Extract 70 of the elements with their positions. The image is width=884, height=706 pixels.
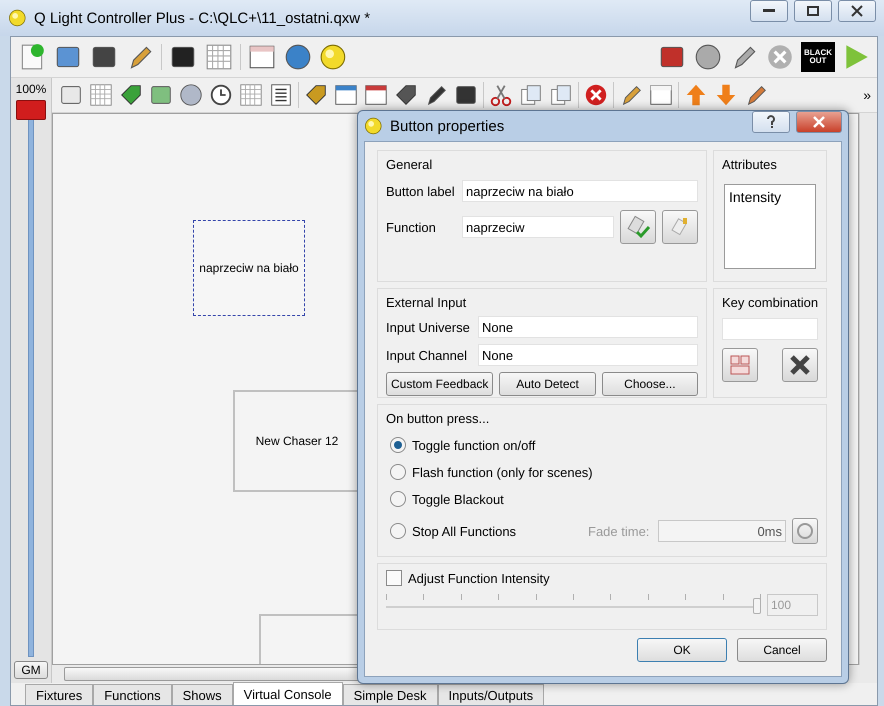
keyboard-button[interactable]	[722, 348, 758, 382]
slider-handle[interactable]	[16, 100, 46, 120]
input-button[interactable]: Choose...	[602, 372, 698, 396]
input-button[interactable]: Custom Feedback	[386, 372, 494, 396]
close-button[interactable]	[796, 111, 842, 133]
radio-button[interactable]	[390, 464, 406, 480]
ok-button[interactable]: OK	[637, 638, 727, 662]
radio-label: Toggle Blackout	[412, 492, 504, 506]
intensity-slider[interactable]	[386, 594, 761, 616]
maximize-icon	[807, 6, 819, 16]
checkbox[interactable]	[386, 570, 402, 586]
grand-master-button[interactable]: GM	[14, 661, 48, 679]
slider-handle[interactable]	[753, 598, 761, 614]
field-label: Fade time:	[588, 524, 650, 538]
radio-button[interactable]	[390, 523, 406, 539]
help-button[interactable]	[752, 111, 790, 133]
group-title: Attributes	[722, 157, 778, 172]
clear-button[interactable]	[782, 348, 818, 382]
grand-master-reading: 100%	[16, 82, 46, 96]
attribute-item[interactable]: Intensity	[729, 189, 811, 205]
group-title: Key combination	[722, 295, 818, 310]
radio-button[interactable]	[390, 437, 406, 453]
field-label: Input Channel	[386, 348, 468, 362]
field-label: Function	[386, 220, 437, 234]
function-field[interactable]: naprzeciw	[462, 216, 614, 238]
tab[interactable]: Fixtures	[25, 684, 94, 705]
plug-check-icon	[625, 214, 651, 240]
input-button[interactable]: Auto Detect	[499, 372, 596, 396]
key-combination-field[interactable]	[722, 318, 818, 340]
tab[interactable]: Simple Desk	[342, 684, 438, 705]
radio-label: Stop All Functions	[412, 524, 518, 538]
radio-button[interactable]	[390, 491, 406, 507]
toolbar-overflow[interactable]: »	[863, 87, 871, 103]
cancel-button[interactable]: Cancel	[737, 638, 827, 662]
blackout-button[interactable]: BLACK OUT	[801, 42, 835, 72]
dialog-title: Button properties	[390, 118, 506, 134]
vertical-scrollbar[interactable]	[859, 113, 877, 665]
console-button[interactable]: naprzeciw na biało	[193, 220, 305, 316]
checkbox-label: Adjust Function Intensity	[408, 570, 550, 586]
detach-function-button[interactable]	[662, 210, 698, 244]
maximize-button[interactable]	[794, 0, 832, 22]
tab[interactable]: Functions	[93, 684, 172, 705]
tab[interactable]: Inputs/Outputs	[438, 684, 544, 705]
intensity-reading: 100	[767, 594, 818, 616]
field-label: Input Universe	[386, 320, 471, 334]
bulb-icon[interactable]	[364, 116, 384, 136]
window-title: Q Light Controller Plus - C:\QLC+\11_ostatni.qxw *	[34, 10, 372, 26]
cross-icon	[788, 353, 812, 377]
button-label-field[interactable]: naprzeciw na biało	[462, 180, 698, 202]
bulb-icon[interactable]	[8, 8, 28, 28]
minimize-button[interactable]	[750, 0, 788, 22]
clock-button[interactable]	[792, 518, 818, 544]
radio-label: Flash function (only for scenes)	[412, 464, 593, 480]
grand-master-slider[interactable]	[16, 100, 46, 657]
attach-function-button[interactable]	[620, 210, 656, 244]
close-icon	[851, 5, 863, 17]
input-channel-field[interactable]: None	[478, 344, 698, 366]
close-icon	[813, 116, 825, 128]
minimize-icon	[763, 9, 775, 13]
checker-panel-icon[interactable]	[204, 42, 234, 72]
group-title: On button press...	[386, 411, 490, 426]
field-label: Button label	[386, 184, 456, 198]
input-universe-field[interactable]: None	[478, 316, 698, 338]
tab[interactable]: Shows	[172, 684, 233, 705]
keys-icon	[728, 353, 752, 377]
close-button[interactable]	[838, 0, 876, 22]
tab[interactable]: Virtual Console	[232, 682, 343, 705]
group-title: General	[386, 157, 434, 172]
radio-label: Toggle function on/off	[412, 438, 536, 452]
group-title: External Input	[386, 295, 468, 310]
